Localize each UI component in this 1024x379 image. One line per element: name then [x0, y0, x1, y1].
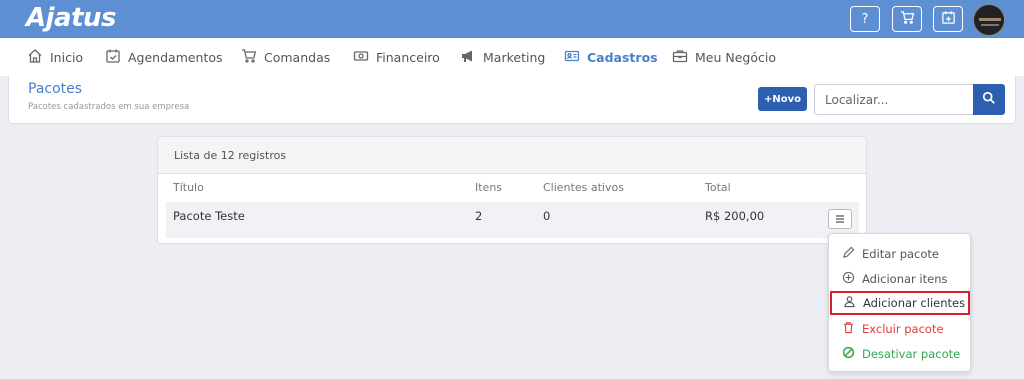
- menu-item-adicionar-itens[interactable]: Adicionar itens: [829, 267, 970, 291]
- avatar-logo-text: [981, 24, 999, 26]
- nav-item-cadastros[interactable]: Cadastros: [564, 48, 658, 67]
- nav-label: Marketing: [483, 50, 546, 65]
- list-header: Lista de 12 registros: [158, 137, 866, 174]
- search-icon: [982, 90, 996, 109]
- nav-item-financeiro[interactable]: Financeiro: [353, 48, 440, 67]
- user-avatar[interactable]: [973, 4, 1005, 36]
- column-header-clientes-ativos[interactable]: Clientes ativos: [543, 181, 624, 194]
- search-button[interactable]: [973, 84, 1005, 115]
- column-header-titulo[interactable]: Título: [173, 181, 204, 194]
- menu-item-label: Adicionar clientes: [863, 296, 966, 310]
- nav-item-marketing[interactable]: Marketing: [460, 48, 545, 67]
- menu-item-excluir-pacote[interactable]: Excluir pacote: [829, 317, 970, 341]
- nav-item-comandas[interactable]: Comandas: [241, 48, 330, 67]
- nav-item-inicio[interactable]: Inicio: [27, 48, 83, 67]
- nav-item-agendamentos[interactable]: Agendamentos: [105, 48, 223, 67]
- record-count: Lista de 12 registros: [174, 149, 287, 162]
- menu-item-label: Adicionar itens: [862, 272, 948, 286]
- packages-list: Lista de 12 registros Título Itens Clien…: [157, 136, 867, 244]
- briefcase-icon: [672, 48, 695, 67]
- calendar-plus-icon: [941, 10, 956, 29]
- app-logo[interactable]: Ajatus: [26, 3, 117, 33]
- ban-icon: [842, 346, 862, 362]
- menu-icon: [834, 210, 846, 229]
- page-subtitle: Pacotes cadastrados em sua empresa: [28, 102, 190, 112]
- nav-item-meu-negocio[interactable]: Meu Negócio: [672, 48, 776, 67]
- avatar-logo-mark: [979, 18, 1001, 21]
- nav-label: Meu Negócio: [695, 50, 776, 65]
- column-header-itens[interactable]: Itens: [475, 181, 502, 194]
- megaphone-icon: [460, 48, 483, 67]
- cart-icon: [900, 10, 915, 29]
- cell-total: R$ 200,00: [705, 209, 765, 223]
- nav-label: Inicio: [50, 50, 84, 65]
- cart-icon: [241, 48, 264, 67]
- pencil-icon: [842, 246, 862, 262]
- cell-itens: 2: [475, 209, 483, 223]
- menu-item-label: Editar pacote: [862, 247, 939, 261]
- cell-titulo: Pacote Teste: [173, 209, 245, 223]
- money-icon: [353, 48, 376, 67]
- help-icon: ?: [861, 11, 869, 27]
- nav-label: Financeiro: [376, 50, 440, 65]
- menu-item-desativar-pacote[interactable]: Desativar pacote: [829, 342, 970, 366]
- cart-button[interactable]: [892, 6, 922, 32]
- id-card-icon: [564, 48, 587, 67]
- page-title: Pacotes: [28, 81, 83, 97]
- plus-circle-icon: [842, 271, 862, 287]
- nav-label: Cadastros: [587, 50, 658, 65]
- search-input[interactable]: [814, 84, 974, 115]
- nav-label: Agendamentos: [128, 50, 223, 65]
- menu-item-adicionar-clientes[interactable]: Adicionar clientes: [830, 291, 970, 315]
- menu-item-label: Excluir pacote: [862, 322, 944, 336]
- help-button[interactable]: ?: [850, 6, 880, 32]
- column-header-total[interactable]: Total: [705, 181, 731, 194]
- user-icon: [843, 295, 863, 311]
- page-header: Pacotes Pacotes cadastrados em sua empre…: [8, 76, 1016, 124]
- new-package-button[interactable]: +Novo: [758, 87, 807, 111]
- row-actions-button[interactable]: [828, 209, 852, 229]
- cell-clientes-ativos: 0: [543, 209, 551, 223]
- nav-label: Comandas: [264, 50, 331, 65]
- trash-icon: [842, 321, 862, 337]
- home-icon: [27, 48, 50, 67]
- calendar-button[interactable]: [933, 6, 963, 32]
- main-nav: Inicio Agendamentos Comandas Financeiro …: [0, 38, 1024, 76]
- row-actions-menu: Editar pacote Adicionar itens Adicionar …: [828, 233, 971, 372]
- menu-item-label: Desativar pacote: [862, 347, 961, 361]
- menu-item-editar-pacote[interactable]: Editar pacote: [829, 242, 970, 266]
- top-bar: Ajatus ?: [0, 0, 1024, 38]
- calendar-check-icon: [105, 48, 128, 67]
